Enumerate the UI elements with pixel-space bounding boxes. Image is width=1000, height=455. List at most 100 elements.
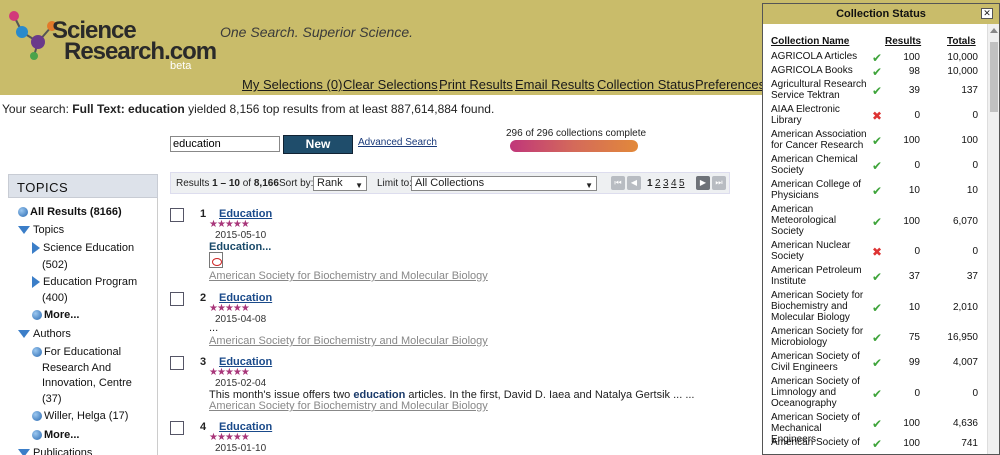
- page-link-4[interactable]: 4: [671, 178, 677, 189]
- chevron-down-icon: ▼: [355, 181, 363, 190]
- last-page-button[interactable]: ⏭: [712, 176, 726, 190]
- result-item: 4 Education ★★★★★ 2015-01-10: [170, 421, 730, 455]
- sidebar-authors-toggle[interactable]: Authors: [18, 328, 71, 340]
- check-icon: ✔: [871, 386, 883, 401]
- collection-name-line: Service Tektran: [771, 90, 840, 101]
- result-source-link[interactable]: American Society for Biochemistry and Mo…: [209, 400, 488, 412]
- scroll-up-icon[interactable]: [990, 28, 998, 33]
- collection-name-line: Meteorological: [771, 215, 837, 226]
- new-search-button[interactable]: New Search: [283, 135, 353, 168]
- limit-select[interactable]: All Collections ▼: [411, 176, 597, 191]
- result-source-link[interactable]: American Society for Biochemistry and Mo…: [209, 270, 488, 282]
- site-logo[interactable]: Science Research.com beta: [4, 4, 217, 74]
- topics-sidebar: TOPICS All Results (8166) Topics Science…: [8, 174, 158, 455]
- sort-select[interactable]: Rank ▼: [313, 176, 367, 191]
- collection-name-line: Library: [771, 115, 802, 126]
- more-label: More...: [44, 309, 80, 321]
- collection-row: American Society of Mechanical Engineers ✔…: [771, 412, 981, 445]
- result-date: 2015-02-04: [215, 378, 267, 389]
- collection-totals: 10,000: [947, 65, 978, 77]
- sidebar-author-centre[interactable]: For Educational: [32, 346, 121, 358]
- globe-icon: [32, 347, 42, 358]
- chevron-down-icon: ▼: [585, 181, 593, 190]
- collection-name-line: American Society of: [771, 437, 860, 448]
- scroll-thumb[interactable]: [990, 42, 998, 112]
- collection-name-line: American College of: [771, 179, 862, 190]
- collection-results: 100: [903, 135, 920, 146]
- check-icon: ✔: [871, 436, 883, 451]
- collection-name-line: Molecular Biology: [771, 312, 850, 323]
- collection-row: American Society of ✔ 100 741: [771, 436, 981, 451]
- author-label: For Educational: [44, 346, 122, 358]
- collection-row: AIAA Electronic Library ✖ 0 0: [771, 104, 981, 126]
- col-header-totals[interactable]: Totals: [947, 36, 976, 47]
- next-page-button[interactable]: ▶: [696, 176, 710, 190]
- advanced-search-link[interactable]: Advanced Search: [358, 137, 437, 148]
- nav-email-results[interactable]: Email Results: [515, 77, 594, 92]
- sidebar-topics-more[interactable]: More...: [32, 309, 79, 321]
- collection-name-line: AGRICOLA Articles: [771, 51, 858, 62]
- result-number: 4: [200, 421, 207, 433]
- page-link-2[interactable]: 2: [655, 178, 661, 189]
- sidebar-topics-toggle[interactable]: Topics: [18, 224, 64, 236]
- collection-results: 10: [908, 301, 920, 313]
- collections-progress-bar: [510, 140, 638, 152]
- collection-name: American Society of: [771, 437, 869, 448]
- collection-results: 0: [914, 246, 920, 257]
- col-header-name[interactable]: Collection Name: [771, 36, 849, 47]
- prev-page-button[interactable]: ◀: [627, 176, 641, 190]
- collection-name-line: Physicians: [771, 190, 819, 201]
- col-header-results[interactable]: Results: [885, 36, 921, 47]
- result-checkbox[interactable]: [170, 208, 184, 222]
- collection-results: 37: [908, 271, 920, 282]
- collection-name: American Society of Civil Engineers: [771, 351, 869, 373]
- sidebar-topic-science-education[interactable]: Science Education: [32, 242, 134, 255]
- summary-query: Full Text: education: [72, 102, 185, 116]
- result-checkbox[interactable]: [170, 292, 184, 306]
- collection-name: American Petroleum Institute: [771, 265, 869, 287]
- collection-row: American Society of Limnology and Oceanogr…: [771, 376, 981, 409]
- result-checkbox[interactable]: [170, 421, 184, 435]
- sidebar-authors-more[interactable]: More...: [32, 429, 79, 441]
- collection-totals: 10: [966, 185, 978, 196]
- panel-title: Collection Status: [763, 4, 999, 24]
- topic-count: (502): [42, 259, 68, 271]
- result-date: 2015-04-08: [215, 314, 267, 325]
- search-input[interactable]: [170, 136, 280, 152]
- author-label: Willer, Helga (17): [44, 410, 129, 422]
- nav-collection-status[interactable]: Collection Status: [597, 77, 695, 92]
- result-checkbox[interactable]: [170, 356, 184, 370]
- page-link-5[interactable]: 5: [679, 178, 685, 189]
- nav-clear-selections[interactable]: Clear Selections: [343, 77, 438, 92]
- sidebar-author-willer[interactable]: Willer, Helga (17): [32, 410, 128, 422]
- collection-name-line: American Society for: [771, 290, 864, 301]
- sidebar-all-results[interactable]: All Results (8166): [18, 206, 122, 218]
- collection-row: AGRICOLA Articles ✔ 100 10,000: [771, 51, 981, 65]
- page-link-1[interactable]: 1: [647, 178, 653, 189]
- result-number: 2: [200, 292, 207, 304]
- collection-totals: 0: [972, 160, 978, 171]
- nav-preferences[interactable]: Preferences: [695, 77, 765, 92]
- collection-row: American Petroleum Institute ✔ 37 37: [771, 265, 981, 287]
- search-summary: Your search: Full Text: education yielde…: [2, 102, 494, 116]
- collection-name-line: American Nuclear: [771, 240, 851, 251]
- sidebar-publications-toggle[interactable]: Publications: [18, 447, 92, 455]
- collection-name: American Nuclear Society: [771, 240, 869, 262]
- nav-print-results[interactable]: Print Results: [439, 77, 513, 92]
- collection-name-line: American Society of: [771, 376, 860, 387]
- collection-row: American Nuclear Society ✖ 0 0: [771, 240, 981, 262]
- panel-scrollbar[interactable]: [987, 24, 999, 454]
- first-page-button[interactable]: ⏮: [611, 176, 625, 190]
- close-icon[interactable]: ✕: [981, 8, 993, 19]
- result-source-link[interactable]: American Society for Biochemistry and Mo…: [209, 335, 488, 347]
- nav-my-selections[interactable]: My Selections (0): [242, 77, 342, 92]
- collection-row: American Society of Civil Engineers ✔ 99 4,0…: [771, 351, 981, 373]
- sidebar-topic-education-program[interactable]: Education Program: [32, 276, 137, 289]
- collection-name: American Chemical Society: [771, 154, 869, 176]
- pdf-icon[interactable]: [209, 252, 223, 268]
- summary-rest: yielded 8,156 top results from at least …: [188, 102, 495, 116]
- check-icon: ✔: [871, 214, 883, 229]
- collection-status-panel: Collection Status ✕ Collection Name Resu…: [762, 3, 1000, 455]
- results-range: 1 – 10: [212, 178, 240, 189]
- page-link-3[interactable]: 3: [663, 178, 669, 189]
